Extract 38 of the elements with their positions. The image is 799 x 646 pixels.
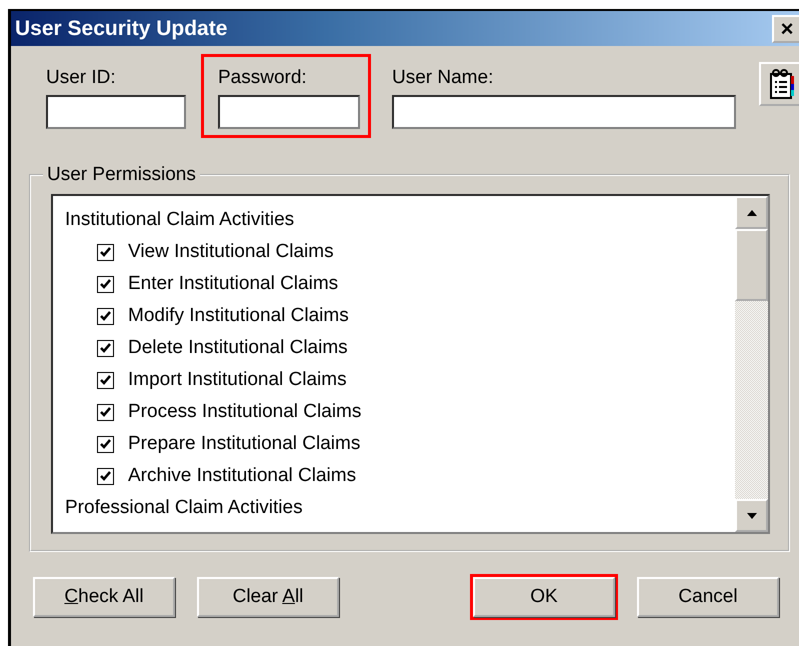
field-label: Password: [218, 67, 308, 89]
scroll-up-button[interactable] [735, 196, 768, 229]
down-arrow-icon [746, 512, 758, 520]
scrollbar[interactable] [735, 196, 768, 532]
checkbox[interactable] [97, 244, 114, 260]
dialog-button[interactable]: OK [473, 577, 615, 617]
checkbox[interactable] [97, 372, 114, 388]
close-button[interactable]: × [772, 14, 799, 42]
up-arrow-icon [746, 208, 758, 216]
scroll-thumb[interactable] [735, 229, 768, 301]
field-label: User ID: [46, 67, 117, 89]
category-heading: Institutional Claim Activities [65, 209, 294, 231]
permission-label: Import Institutional Claims [128, 369, 347, 391]
checkbox[interactable] [97, 436, 114, 452]
dialog-button[interactable]: Cancel [637, 577, 779, 617]
group-title: User Permissions [46, 164, 197, 186]
checkbox[interactable] [97, 276, 114, 292]
input-field[interactable] [46, 95, 186, 129]
checkbox[interactable] [97, 308, 114, 324]
input-field[interactable] [218, 95, 360, 129]
permission-label: Prepare Institutional Claims [128, 433, 360, 455]
checkbox[interactable] [97, 468, 114, 484]
permission-label: Modify Institutional Claims [128, 305, 349, 327]
input-field[interactable] [392, 95, 736, 129]
permission-label: Delete Institutional Claims [128, 337, 348, 359]
permission-label: Process Institutional Claims [128, 401, 362, 423]
dialog-button[interactable]: Clear All [197, 577, 339, 617]
clipboard-button[interactable] [759, 62, 799, 106]
checkbox[interactable] [97, 404, 114, 420]
permission-label: View Institutional Claims [128, 241, 334, 263]
checkbox[interactable] [97, 340, 114, 356]
permission-label: Archive Institutional Claims [128, 465, 356, 487]
permission-label: Enter Institutional Claims [128, 273, 338, 295]
scroll-down-button[interactable] [735, 499, 768, 532]
category-heading: Professional Claim Activities [65, 497, 303, 519]
field-label: User Name: [392, 67, 494, 89]
window-title: User Security Update [15, 16, 228, 40]
dialog-button[interactable]: Check All [33, 577, 175, 617]
